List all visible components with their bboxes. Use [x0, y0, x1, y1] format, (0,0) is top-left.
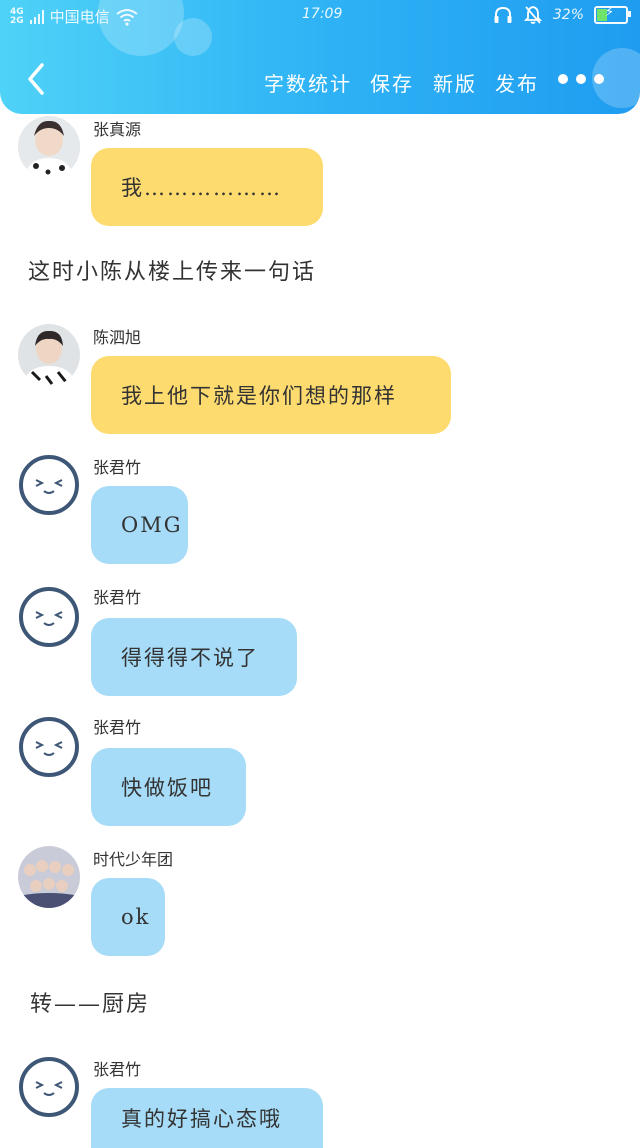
smiley-avatar[interactable] — [18, 1056, 80, 1118]
narration-text: 这时小陈从楼上传来一句话 — [28, 260, 317, 285]
message-text: 真的好搞心态哦 — [121, 1107, 282, 1131]
sender-name: 时代少年团 — [93, 850, 174, 869]
message-bubble[interactable]: ok — [91, 878, 165, 956]
signal-icon — [29, 9, 44, 24]
more-options-icon[interactable] — [558, 74, 604, 84]
message-bubble[interactable]: 我……………… — [91, 148, 323, 226]
message-text: 快做饭吧 — [121, 776, 213, 800]
message-text: 得得得不说了 — [121, 646, 259, 670]
sender-name: 张真源 — [93, 120, 142, 139]
new-version-button[interactable]: 新版 — [433, 68, 477, 97]
network-2g-label: 2G — [10, 15, 24, 26]
wifi-icon — [116, 8, 138, 26]
battery-icon: ⚡ — [594, 5, 631, 24]
chat-content: 张真源 我……………… 这时小陈从楼上传来一句话 陈泗旭 我上他下就是你们想的那… — [0, 114, 640, 1148]
message-bubble[interactable]: 我上他下就是你们想的那样 — [91, 356, 451, 434]
headphones-icon — [494, 6, 512, 23]
message-bubble[interactable]: 真的好搞心态哦 — [91, 1088, 323, 1148]
navigation-bar: 字数统计 保存 新版 发布 — [0, 52, 640, 108]
message-bubble[interactable]: OMG — [91, 486, 188, 564]
sender-name: 张君竹 — [93, 588, 142, 607]
sender-name: 陈泗旭 — [93, 328, 142, 347]
message-text: OMG — [121, 513, 183, 537]
smiley-avatar[interactable] — [18, 586, 80, 648]
sender-name: 张君竹 — [93, 1060, 142, 1079]
smiley-avatar[interactable] — [18, 716, 80, 778]
sender-name: 张君竹 — [93, 458, 142, 477]
sender-name: 张君竹 — [93, 718, 142, 737]
status-bar: 4G 2G 中国电信 17:09 32% ⚡ — [0, 0, 640, 32]
network-type: 4G 2G — [10, 7, 24, 26]
photo-avatar[interactable] — [18, 324, 80, 386]
publish-button[interactable]: 发布 — [495, 68, 539, 97]
message-bubble[interactable]: 快做饭吧 — [91, 748, 246, 826]
carrier-name: 中国电信 — [49, 8, 110, 26]
message-bubble[interactable]: 得得得不说了 — [91, 618, 297, 696]
save-button[interactable]: 保存 — [370, 68, 414, 97]
narration-text: 转——厨房 — [30, 992, 151, 1017]
group-photo-avatar[interactable] — [18, 846, 80, 908]
battery-percent: 32% — [552, 7, 584, 23]
message-text: 我……………… — [121, 176, 282, 200]
word-count-button[interactable]: 字数统计 — [264, 68, 352, 97]
smiley-avatar[interactable] — [18, 454, 80, 516]
clock: 17:09 — [302, 6, 343, 22]
back-arrow-icon[interactable] — [22, 62, 56, 96]
message-text: ok — [121, 905, 151, 929]
message-text: 我上他下就是你们想的那样 — [121, 384, 397, 408]
photo-avatar[interactable] — [18, 116, 80, 178]
muted-bell-icon — [523, 6, 543, 24]
top-header: 4G 2G 中国电信 17:09 32% ⚡ 字数统计 保存 新版 发布 — [0, 0, 640, 114]
